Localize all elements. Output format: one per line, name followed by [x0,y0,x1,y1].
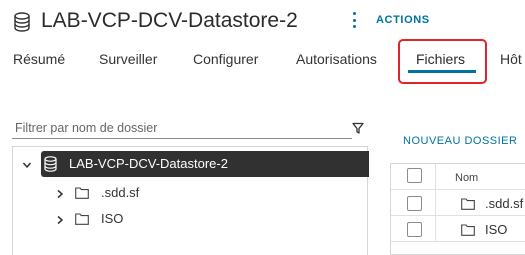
page-title: LAB-VCP-DCV-Datastore-2 [41,9,298,32]
folder-icon [75,187,89,199]
datastore-icon [44,156,57,172]
tree-node-label: LAB-VCP-DCV-Datastore-2 [69,156,228,171]
new-folder-button[interactable]: NOUVEAU DOSSIER [403,134,517,148]
chevron-right-icon[interactable] [55,215,65,225]
column-header-name[interactable]: Nom [455,170,478,186]
tree-node-folder[interactable]: .sdd.sf [13,180,367,206]
table-header-row: Nom [391,164,525,190]
tab-highlight-box [398,39,487,84]
column-divider [435,216,436,241]
select-all-checkbox[interactable] [407,168,422,183]
chevron-down-icon[interactable] [22,160,32,170]
folder-tree: LAB-VCP-DCV-Datastore-2 .sdd.sf ISO [12,146,369,255]
tab-permissions[interactable]: Autorisations [296,51,377,67]
tab-summary[interactable]: Résumé [13,51,65,67]
table-row[interactable]: .sdd.sf [391,190,525,216]
filter-icon[interactable] [352,122,364,134]
files-table: Nom .sdd.sf ISO [390,163,525,255]
column-divider [435,164,436,189]
tree-node-label: ISO [101,211,124,226]
row-checkbox[interactable] [407,222,422,237]
folder-filter-input[interactable] [12,117,352,139]
file-name[interactable]: ISO [485,222,507,238]
tree-node-root[interactable]: LAB-VCP-DCV-Datastore-2 [13,151,369,177]
more-actions-icon[interactable] [351,9,357,31]
folder-icon [461,198,475,210]
tab-configure[interactable]: Configurer [193,51,258,67]
datastore-icon [14,12,30,32]
chevron-right-icon[interactable] [55,189,65,199]
tab-hosts[interactable]: Hôt [500,51,522,67]
row-checkbox[interactable] [407,196,422,211]
folder-icon [75,213,89,225]
tab-monitor[interactable]: Surveiller [99,51,157,67]
file-name[interactable]: .sdd.sf [485,196,523,212]
tree-node-label: .sdd.sf [101,185,140,200]
column-divider [435,190,436,215]
tree-node-folder[interactable]: ISO [13,206,367,232]
folder-icon [461,224,475,236]
table-row[interactable]: ISO [391,216,525,242]
actions-button[interactable]: ACTIONS [376,13,430,27]
